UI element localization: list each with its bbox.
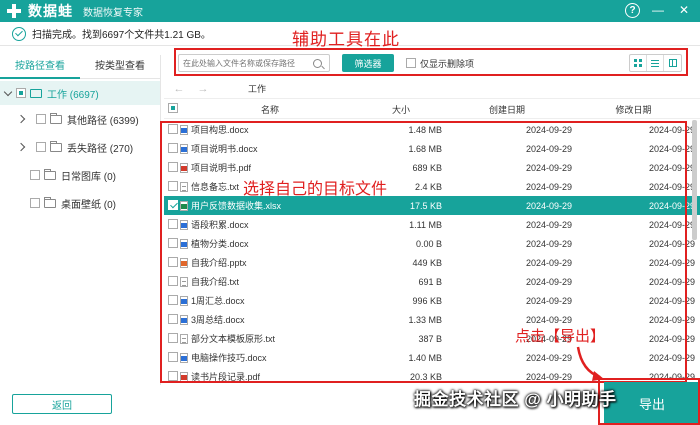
back-arrow-icon[interactable]: ← bbox=[170, 83, 188, 95]
tab-by-type[interactable]: 按类型查看 bbox=[80, 55, 160, 79]
chevron-right-icon[interactable] bbox=[18, 115, 26, 123]
tree-item-checkbox[interactable] bbox=[30, 198, 40, 208]
folder-icon bbox=[50, 112, 62, 124]
minimize-icon[interactable]: — bbox=[650, 2, 666, 18]
column-header-created[interactable]: 创建日期 bbox=[442, 103, 572, 116]
select-all-cell[interactable] bbox=[168, 103, 180, 115]
scan-status-text: 扫描完成。找到6697个文件共1.21 GB。 bbox=[32, 30, 211, 41]
window-controls: ? — ✕ bbox=[625, 2, 692, 18]
app-name: 数据蛙 bbox=[28, 3, 73, 19]
file-table-header: 名称 大小 创建日期 修改日期 bbox=[164, 100, 700, 119]
forward-arrow-icon[interactable]: → bbox=[194, 83, 212, 95]
annotation-file-list-box bbox=[160, 121, 687, 383]
sidebar: 按路径查看 按类型查看 工作 (6697) 其他路径 (6399) 丢失路径 (… bbox=[0, 55, 161, 385]
tree-root-checkbox[interactable] bbox=[16, 88, 26, 98]
tree-item-checkbox[interactable] bbox=[36, 114, 46, 124]
tree-item-label: 桌面壁纸 (0) bbox=[61, 199, 116, 211]
watermark: 掘金技术社区 @ 小明助手 bbox=[414, 390, 617, 409]
tree-root-work[interactable]: 工作 (6697) bbox=[0, 81, 160, 105]
app-subtitle: 数据恢复专家 bbox=[83, 7, 143, 19]
annotation-export-note: 点击【导出】 bbox=[515, 328, 606, 345]
back-button[interactable]: 返回 bbox=[12, 394, 112, 414]
tree-item-checkbox[interactable] bbox=[30, 170, 40, 180]
chevron-right-icon[interactable] bbox=[18, 143, 26, 151]
tree-item-label: 丢失路径 (270) bbox=[67, 143, 134, 155]
tree-item-other-paths[interactable]: 其他路径 (6399) bbox=[0, 105, 160, 133]
column-header-name[interactable]: 名称 bbox=[180, 103, 360, 116]
close-icon[interactable]: ✕ bbox=[676, 2, 692, 18]
folder-icon bbox=[50, 140, 62, 152]
folder-icon bbox=[44, 196, 56, 208]
tree-item-label: 其他路径 (6399) bbox=[67, 115, 139, 127]
annotation-toolbar-note: 辅助工具在此 bbox=[292, 30, 400, 49]
tree-item-label: 日常图库 (0) bbox=[61, 171, 116, 183]
tree-item-daily-gallery[interactable]: 日常图库 (0) bbox=[0, 161, 160, 189]
plus-logo-icon bbox=[6, 3, 22, 19]
annotation-toolbar-box bbox=[174, 48, 688, 76]
file-list-scrollbar[interactable] bbox=[692, 120, 697, 240]
drive-icon bbox=[30, 88, 42, 98]
annotation-select-note: 选择自己的目标文件 bbox=[243, 181, 388, 198]
tab-by-path[interactable]: 按路径查看 bbox=[0, 55, 80, 79]
current-path: 工作 bbox=[248, 84, 267, 94]
column-header-modified[interactable]: 修改日期 bbox=[572, 103, 695, 116]
tree-root-label: 工作 (6697) bbox=[47, 89, 99, 101]
select-all-checkbox[interactable] bbox=[168, 103, 178, 113]
check-circle-icon bbox=[12, 26, 26, 41]
tree-item-desktop-wallpaper[interactable]: 桌面壁纸 (0) bbox=[0, 189, 160, 217]
view-mode-tabs: 按路径查看 按类型查看 bbox=[0, 55, 160, 79]
tree-item-checkbox[interactable] bbox=[36, 142, 46, 152]
path-nav-bar: ← → 工作 bbox=[164, 79, 700, 99]
help-icon[interactable]: ? bbox=[625, 2, 640, 18]
title-bar: 数据蛙 数据恢复专家 ? — ✕ bbox=[0, 0, 700, 22]
tree-item-lost-paths[interactable]: 丢失路径 (270) bbox=[0, 133, 160, 161]
column-header-size[interactable]: 大小 bbox=[360, 103, 442, 116]
chevron-down-icon[interactable] bbox=[4, 89, 12, 97]
folder-icon bbox=[44, 168, 56, 180]
